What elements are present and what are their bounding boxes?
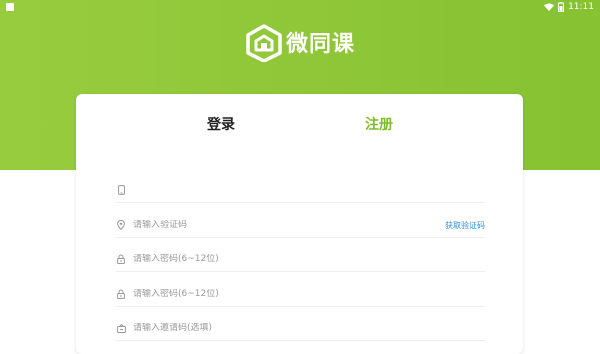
app-icon bbox=[6, 3, 14, 11]
invite-code-field bbox=[116, 316, 485, 341]
tab-register[interactable]: 注册 bbox=[365, 116, 393, 134]
lock-icon bbox=[116, 288, 126, 300]
confirm-password-input[interactable] bbox=[133, 289, 485, 299]
confirm-password-field bbox=[116, 282, 485, 307]
location-icon bbox=[116, 219, 126, 231]
code-field: 获取验证码 bbox=[116, 213, 485, 238]
lock-icon bbox=[116, 253, 126, 265]
tab-login[interactable]: 登录 bbox=[207, 116, 235, 134]
code-input[interactable] bbox=[133, 220, 445, 230]
invite-code-input[interactable] bbox=[133, 323, 485, 333]
phone-field bbox=[116, 178, 485, 203]
password-field bbox=[116, 247, 485, 272]
battery-icon bbox=[558, 2, 565, 12]
app-logo: 微同课 bbox=[246, 24, 355, 66]
house-logo-icon bbox=[246, 24, 282, 66]
logo-text: 微同课 bbox=[286, 32, 356, 57]
password-input[interactable] bbox=[133, 254, 485, 264]
phone-input[interactable] bbox=[133, 185, 485, 195]
status-time: 11:11 bbox=[568, 2, 594, 12]
auth-card: 登录 注册 获取验证码 bbox=[76, 94, 523, 354]
phone-icon bbox=[116, 184, 126, 196]
status-bar: 11:11 bbox=[0, 0, 600, 14]
status-right: 11:11 bbox=[544, 1, 594, 13]
get-code-button[interactable]: 获取验证码 bbox=[445, 220, 485, 231]
wifi-icon bbox=[544, 3, 555, 11]
invite-icon bbox=[116, 322, 126, 334]
